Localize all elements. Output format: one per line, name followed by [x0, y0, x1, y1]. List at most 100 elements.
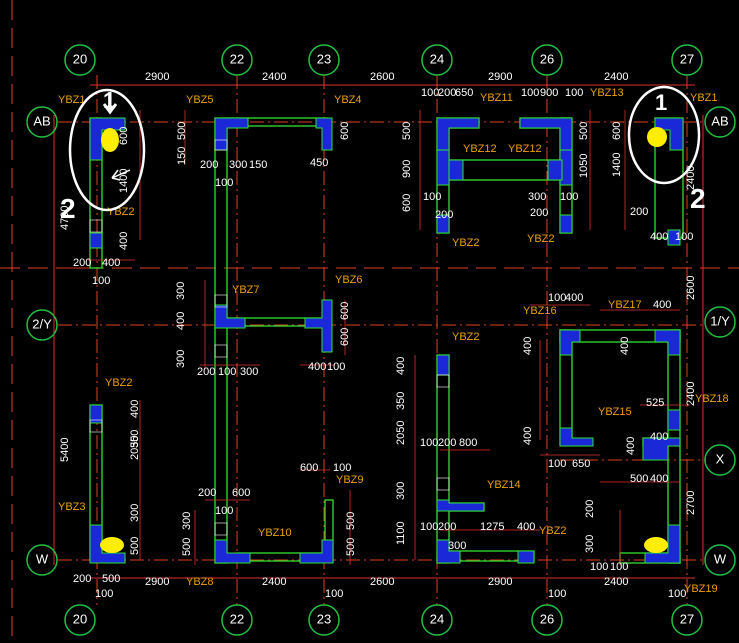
svg-text:200: 200 — [438, 521, 456, 533]
svg-text:100: 100 — [565, 87, 583, 99]
tag-ybz17: YBZ17 — [608, 299, 642, 311]
svg-text:W: W — [714, 551, 727, 566]
svg-text:500: 500 — [345, 512, 357, 530]
svg-text:100: 100 — [92, 275, 110, 287]
left-axis-bubbles: AB 2/Y W — [26, 106, 58, 576]
svg-text:2050: 2050 — [395, 421, 407, 445]
bottom-span-23-24: 2600 — [370, 576, 394, 588]
axis-bubble-bottom-26: 26 — [531, 604, 563, 636]
svg-text:200: 200 — [438, 87, 456, 99]
right-dim-2600: 2600 — [685, 276, 697, 300]
svg-text:27: 27 — [680, 611, 694, 626]
svg-text:400: 400 — [625, 437, 637, 455]
right-axis-bubbles: AB 1/Y X W — [704, 106, 736, 576]
svg-text:200: 200 — [530, 207, 548, 219]
svg-text:1275: 1275 — [480, 521, 504, 533]
svg-text:100: 100 — [420, 437, 438, 449]
tag-ybz6: YBZ6 — [335, 274, 363, 286]
tag-ybz13: YBZ13 — [590, 87, 624, 99]
svg-text:200: 200 — [197, 366, 215, 378]
svg-text:500: 500 — [578, 122, 590, 140]
bottom-axis-bubbles: 20 22 23 24 26 27 — [64, 604, 703, 636]
tag-ybz8: YBZ8 — [186, 576, 214, 588]
tag-ybz9: YBZ9 — [336, 474, 364, 486]
tag-ybz2-top-left: YBZ2 — [107, 206, 135, 218]
axis-bubble-left-2Y: 2/Y — [26, 309, 58, 341]
svg-text:450: 450 — [310, 157, 328, 169]
bottom-span-24-26: 2900 — [488, 576, 512, 588]
top-span-26-27: 2400 — [604, 71, 628, 83]
svg-text:400: 400 — [129, 400, 141, 418]
axis-bubble-top-27: 27 — [671, 44, 703, 76]
svg-text:100: 100 — [668, 588, 686, 600]
svg-text:100: 100 — [95, 588, 113, 600]
svg-text:24: 24 — [430, 51, 444, 66]
tag-ybz4: YBZ4 — [334, 94, 362, 106]
svg-text:300: 300 — [395, 482, 407, 500]
tag-ybz11: YBZ11 — [480, 92, 513, 104]
tag-ybz2-bottom: YBZ2 — [539, 525, 567, 537]
svg-text:600: 600 — [339, 328, 351, 346]
axis-bubble-top-23: 23 — [308, 44, 340, 76]
tag-ybz2-lower-left: YBZ2 — [105, 377, 133, 389]
annotation-mark-right-top: 1 — [655, 90, 667, 115]
axis-bubble-bottom-24: 24 — [421, 604, 453, 636]
svg-text:100: 100 — [423, 191, 441, 203]
top-span-22-23: 2400 — [262, 71, 286, 83]
svg-text:200: 200 — [73, 257, 91, 269]
tag-ybz2-mid-b: YBZ2 — [527, 233, 555, 245]
bottom-span-22-23: 2400 — [262, 576, 286, 588]
right-dim-2700: 2700 — [685, 491, 697, 515]
svg-text:300: 300 — [181, 512, 193, 530]
svg-text:AB: AB — [33, 113, 50, 128]
svg-text:100: 100 — [215, 177, 233, 189]
svg-text:900: 900 — [540, 87, 558, 99]
svg-text:200: 200 — [584, 500, 596, 518]
svg-text:300: 300 — [448, 540, 466, 552]
svg-text:500: 500 — [630, 473, 648, 485]
svg-text:100: 100 — [610, 561, 628, 573]
left-dimensions: 4700 5400 — [59, 206, 71, 462]
svg-text:100: 100 — [325, 588, 343, 600]
svg-text:300: 300 — [229, 159, 247, 171]
bottom-span-26-27: 2400 — [604, 576, 628, 588]
svg-text:300: 300 — [584, 535, 596, 553]
svg-text:26: 26 — [540, 611, 554, 626]
svg-text:600: 600 — [339, 122, 351, 140]
detail-dimension-labels: 100 200 650 100 900 100 300 150 200 100 … — [73, 87, 693, 600]
highlight-left-bottom — [100, 537, 124, 553]
axis-bubble-right-AB: AB — [704, 106, 736, 138]
top-span-23-24: 2600 — [370, 71, 394, 83]
columns — [89, 117, 684, 564]
svg-text:300: 300 — [240, 366, 258, 378]
svg-text:500: 500 — [102, 573, 120, 585]
svg-text:26: 26 — [540, 51, 554, 66]
axis-bubble-right-1Y: 1/Y — [704, 306, 736, 338]
svg-text:400: 400 — [517, 521, 535, 533]
svg-text:100: 100 — [420, 521, 438, 533]
svg-text:300: 300 — [175, 350, 187, 368]
svg-text:200: 200 — [200, 159, 218, 171]
tag-ybz10: YBZ10 — [258, 527, 292, 539]
svg-text:400: 400 — [102, 257, 120, 269]
svg-text:400: 400 — [118, 232, 130, 250]
tag-ybz5: YBZ5 — [186, 94, 214, 106]
svg-text:650: 650 — [455, 87, 473, 99]
svg-text:100: 100 — [215, 505, 233, 517]
svg-text:650: 650 — [572, 458, 590, 470]
cad-floor-plan: 20 22 23 24 26 27 20 22 23 24 26 27 AB 2… — [0, 0, 739, 643]
svg-text:400: 400 — [650, 473, 668, 485]
svg-text:400: 400 — [619, 337, 631, 355]
highlight-right-bottom — [644, 537, 668, 553]
svg-text:600: 600 — [339, 302, 351, 320]
svg-text:500: 500 — [345, 538, 357, 556]
svg-text:900: 900 — [401, 160, 413, 178]
svg-text:23: 23 — [317, 611, 331, 626]
svg-text:23: 23 — [317, 51, 331, 66]
svg-text:100: 100 — [548, 588, 566, 600]
tag-ybz1-left: YBZ1 — [58, 94, 86, 106]
walls — [89, 117, 684, 564]
svg-text:600: 600 — [611, 122, 623, 140]
axis-bubble-right-X: X — [704, 444, 736, 476]
svg-text:24: 24 — [430, 611, 444, 626]
